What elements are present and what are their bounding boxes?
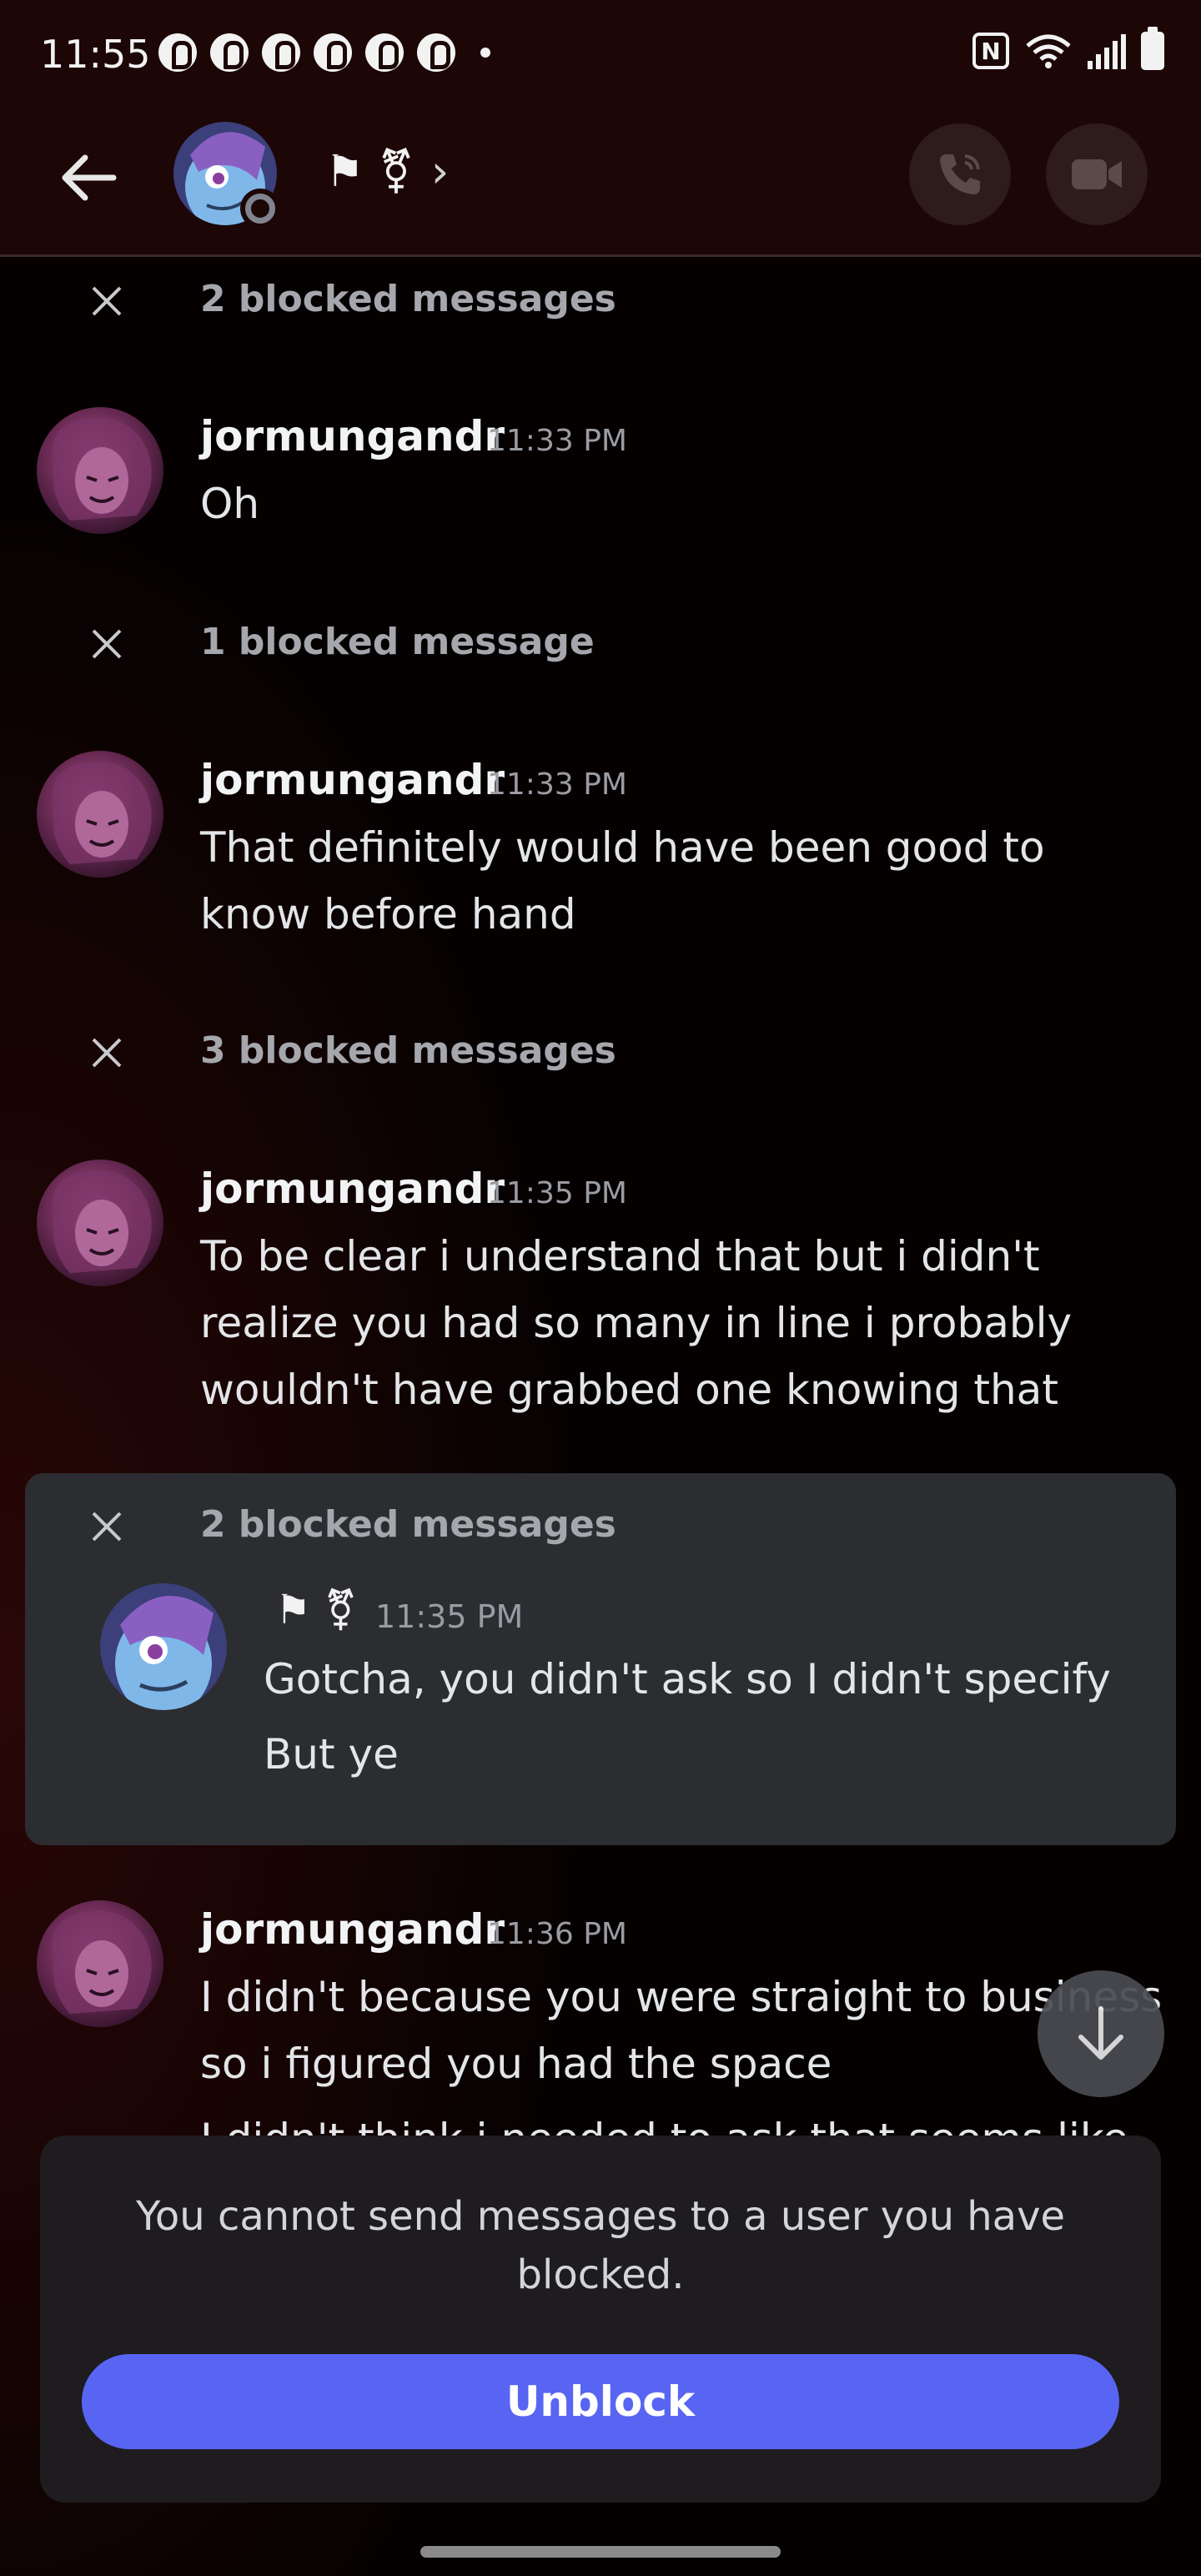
message-author[interactable]: jormungandr <box>200 1165 505 1213</box>
avatar[interactable] <box>37 1160 163 1286</box>
status-bar: 11:55 N <box>0 0 1201 107</box>
message-timestamp: 11:35 PM <box>487 1176 627 1210</box>
blocked-messages-row[interactable]: 3 blocked messages <box>0 1011 1201 1094</box>
avatar-image <box>52 1170 152 1273</box>
message-author[interactable]: jormungandr <box>200 412 505 460</box>
pinterest-icon <box>314 33 352 72</box>
avatar-image <box>100 1583 227 1710</box>
dm-header: ⚑ ⚧ › <box>0 107 1201 257</box>
avatar-image <box>52 417 152 521</box>
blocked-messages-row[interactable]: 2 blocked messages <box>0 259 1201 343</box>
back-button[interactable] <box>50 140 125 215</box>
close-icon[interactable] <box>83 278 130 325</box>
home-indicator[interactable] <box>420 2546 781 2558</box>
offline-status-icon <box>240 189 280 229</box>
expanded-blocked-messages: 2 blocked messages ⚑ ⚧ 11:35 PM Gotcha, … <box>25 1473 1176 1845</box>
message-timestamp: 11:33 PM <box>487 767 627 802</box>
signal-icon <box>1088 33 1126 69</box>
avatar[interactable] <box>37 751 163 878</box>
pinterest-icon <box>417 33 455 72</box>
notification-icons <box>158 33 490 72</box>
message-author[interactable]: jormungandr <box>200 1905 505 1954</box>
pinterest-icon <box>210 33 249 72</box>
close-icon[interactable] <box>83 1029 130 1076</box>
avatar[interactable] <box>37 407 163 534</box>
message-text-partial: I didn't think i needed to ask that seem… <box>200 2115 1128 2139</box>
message-timestamp: 11:33 PM <box>487 424 627 458</box>
phone-icon <box>940 154 980 194</box>
blocked-composer-panel: You cannot send messages to a user you h… <box>40 2136 1161 2503</box>
message-text: But ye <box>264 1730 399 1779</box>
pinterest-icon <box>365 33 404 72</box>
close-icon[interactable] <box>83 621 130 667</box>
message-author[interactable]: jormungandr <box>200 756 505 804</box>
message-timestamp: 11:36 PM <box>487 1917 627 1951</box>
arrow-down-icon <box>1078 2006 1123 2060</box>
battery-icon <box>1141 27 1164 70</box>
message-text: Oh <box>200 480 260 528</box>
unblock-button[interactable]: Unblock <box>82 2354 1119 2449</box>
nfc-icon: N <box>972 33 1009 69</box>
header-name[interactable]: ⚑ ⚧ › <box>325 145 449 198</box>
avatar-image <box>52 1910 152 2014</box>
avatar[interactable] <box>100 1583 227 1710</box>
video-camera-icon <box>1072 159 1122 189</box>
arrow-left-icon <box>62 154 117 201</box>
blocked-messages-label[interactable]: 2 blocked messages <box>200 278 616 320</box>
message-text: That definitely would have been good to … <box>200 823 1045 938</box>
author-flag-icons[interactable]: ⚑ ⚧ <box>275 1587 358 1633</box>
pinterest-icon <box>262 33 300 72</box>
video-call-button[interactable] <box>1046 123 1148 225</box>
system-icons: N <box>972 27 1164 70</box>
blocked-messages-row[interactable]: 1 blocked message <box>0 602 1201 686</box>
blocked-notice: You cannot send messages to a user you h… <box>135 2193 1066 2298</box>
close-icon[interactable] <box>83 1503 130 1550</box>
status-time: 11:55 <box>40 32 151 77</box>
pinterest-icon <box>158 33 197 72</box>
more-notifications-dot-icon <box>480 48 490 58</box>
wifi-icon <box>1026 34 1071 68</box>
blocked-messages-label[interactable]: 1 blocked message <box>200 621 595 663</box>
avatar-image <box>52 761 152 864</box>
blocked-messages-label[interactable]: 3 blocked messages <box>200 1029 616 1072</box>
chevron-right-icon: › <box>430 145 450 198</box>
avatar[interactable] <box>37 1900 163 2027</box>
blocked-messages-label[interactable]: 2 blocked messages <box>200 1503 616 1546</box>
message-text: I didn't because you were straight to bu… <box>200 1973 1163 2088</box>
header-avatar[interactable] <box>173 122 280 229</box>
message-timestamp: 11:35 PM <box>375 1598 524 1635</box>
message-text: To be clear i understand that but i didn… <box>200 1232 1073 1414</box>
voice-call-button[interactable] <box>909 123 1011 225</box>
flag-icons: ⚑ ⚧ <box>325 146 415 197</box>
message-text: Gotcha, you didn't ask so I didn't speci… <box>264 1655 1111 1703</box>
jump-to-latest-button[interactable] <box>1038 1970 1164 2097</box>
